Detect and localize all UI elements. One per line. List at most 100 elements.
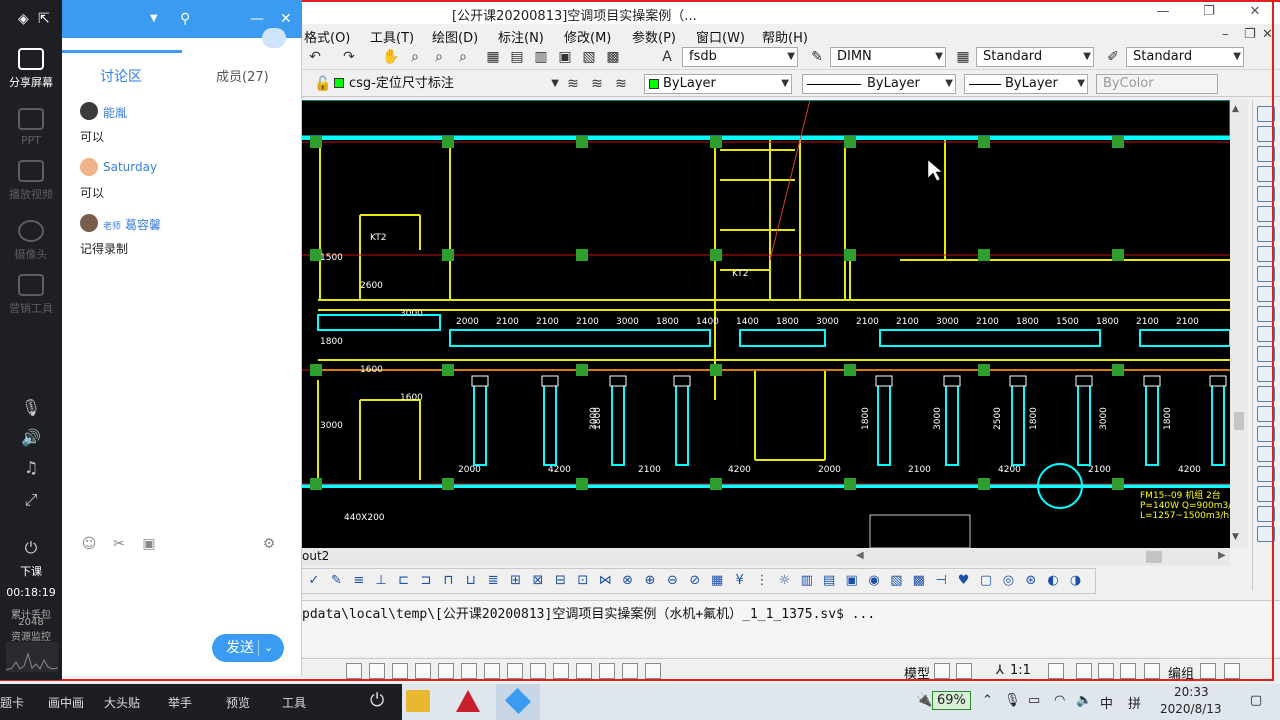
- calculator-icon[interactable]: ▩: [604, 48, 622, 66]
- play-video-button[interactable]: 播放视频: [0, 160, 62, 202]
- modify-tool-icon[interactable]: [1257, 326, 1275, 342]
- dropdown-icon[interactable]: ▼: [150, 13, 158, 24]
- doc-restore-icon[interactable]: ❐: [1244, 27, 1256, 42]
- modify-tool-icon[interactable]: [1257, 246, 1275, 262]
- isolate-objects-icon[interactable]: [1144, 663, 1160, 679]
- doc-close-icon[interactable]: ✕: [1262, 27, 1273, 42]
- preview-button[interactable]: 预览: [226, 694, 250, 711]
- drafting-toggle-icon[interactable]: [346, 663, 362, 679]
- battery-indicator[interactable]: 69%: [932, 691, 971, 710]
- dimension-tool-icon[interactable]: ▣: [843, 573, 861, 589]
- end-class-button[interactable]: 下课: [0, 563, 62, 579]
- settings-icon[interactable]: ⚙: [260, 536, 278, 554]
- resource-monitor-label[interactable]: 资源监控: [0, 628, 62, 643]
- modify-tool-icon[interactable]: [1257, 106, 1275, 122]
- dim-style-icon[interactable]: ✎: [808, 48, 826, 66]
- classroom-app-task[interactable]: [496, 684, 540, 720]
- clock-time[interactable]: 20:33: [1174, 685, 1209, 699]
- layer-previous-icon[interactable]: ≋: [564, 75, 582, 93]
- dimension-tool-icon[interactable]: ▧: [887, 573, 905, 589]
- drafting-toggle-icon[interactable]: [369, 663, 385, 679]
- text-style-select[interactable]: fsdb ▼: [682, 47, 798, 67]
- annotation-scale[interactable]: 1:1: [1010, 663, 1031, 678]
- modify-tool-icon[interactable]: [1257, 226, 1275, 242]
- camera-button[interactable]: 摄像头: [0, 220, 62, 262]
- doc-minimize-icon[interactable]: –: [1222, 27, 1229, 42]
- dimension-tool-icon[interactable]: ⋈: [596, 573, 614, 589]
- drafting-toggle-icon[interactable]: [484, 663, 500, 679]
- drawing-canvas[interactable]: 2000 2100 2100 2100 3000 1800 1400 1400 1800 3000…: [300, 100, 1230, 548]
- music-icon[interactable]: ♫: [20, 458, 42, 478]
- auto-scale-icon[interactable]: [1076, 663, 1092, 679]
- wifi-icon[interactable]: ◠: [1054, 693, 1065, 708]
- multileader-style-icon[interactable]: ✐: [1104, 48, 1122, 66]
- dimension-tool-icon[interactable]: ⊛: [1022, 573, 1040, 589]
- redo-icon[interactable]: ↷: [340, 48, 358, 66]
- dimension-tool-icon[interactable]: ✎: [327, 573, 345, 589]
- close-icon[interactable]: ✕: [280, 11, 292, 27]
- picture-in-picture-button[interactable]: 画中画: [48, 694, 84, 711]
- lineweight-select[interactable]: ByLayer ▼: [964, 74, 1088, 94]
- power-icon[interactable]: ⏻: [370, 690, 384, 711]
- drafting-toggle-icon[interactable]: [645, 663, 661, 679]
- zoom-realtime-icon[interactable]: ⌕: [406, 48, 424, 66]
- dimension-tool-icon[interactable]: ≡: [350, 573, 368, 589]
- color-select[interactable]: ByLayer ▼: [644, 74, 792, 94]
- drafting-toggle-icon[interactable]: [507, 663, 523, 679]
- hscroll-left-icon[interactable]: ◀: [856, 550, 864, 561]
- zoom-previous-icon[interactable]: ⌕: [454, 48, 472, 66]
- minimize-icon[interactable]: —: [1148, 4, 1178, 22]
- clock-date[interactable]: 2020/8/13: [1160, 702, 1222, 716]
- modify-tool-icon[interactable]: [1257, 346, 1275, 362]
- drafting-toggle-icon[interactable]: [461, 663, 477, 679]
- dimension-tool-icon[interactable]: ⊟: [551, 573, 569, 589]
- dimension-tool-icon[interactable]: ⊥: [372, 573, 390, 589]
- scroll-down-icon[interactable]: ▼: [1232, 532, 1239, 542]
- properties-icon[interactable]: ▦: [484, 48, 502, 66]
- hscroll-right-icon[interactable]: ▶: [1218, 550, 1226, 561]
- ppt-button[interactable]: PPT: [0, 108, 62, 147]
- model-space-label[interactable]: 模型: [904, 663, 930, 682]
- drafting-toggle-icon[interactable]: [530, 663, 546, 679]
- modify-tool-icon[interactable]: [1257, 286, 1275, 302]
- scissors-icon[interactable]: ✂: [110, 536, 128, 554]
- tool-palette-icon[interactable]: ▥: [532, 48, 550, 66]
- dimension-tool-icon[interactable]: ⊣: [932, 573, 950, 589]
- autocad-icon[interactable]: [456, 690, 480, 712]
- dimension-tool-icon[interactable]: ◉: [865, 573, 883, 589]
- ime-mode[interactable]: 中: [1100, 693, 1113, 712]
- dimension-tool-icon[interactable]: ≣: [484, 573, 502, 589]
- modify-tool-icon[interactable]: [1257, 486, 1275, 502]
- sheet-set-icon[interactable]: ▣: [556, 48, 574, 66]
- modify-tool-icon[interactable]: [1257, 306, 1275, 322]
- toolbar-lock-icon[interactable]: [1120, 663, 1136, 679]
- dimension-tool-icon[interactable]: ⊖: [663, 573, 681, 589]
- share-screen-button[interactable]: 分享屏幕: [0, 48, 62, 90]
- dimension-tool-icon[interactable]: ▦: [708, 573, 726, 589]
- send-button[interactable]: 发送 ⌄: [212, 634, 284, 662]
- modify-tool-icon[interactable]: [1257, 466, 1275, 482]
- drafting-toggle-icon[interactable]: [576, 663, 592, 679]
- dimension-tool-icon[interactable]: ¥: [731, 573, 749, 589]
- scroll-up-icon[interactable]: ▲: [1232, 104, 1239, 114]
- dimension-tool-icon[interactable]: ◑: [1067, 573, 1085, 589]
- vertical-scrollbar[interactable]: ▲ ▼: [1230, 100, 1248, 548]
- quick-view-drawings-icon[interactable]: [956, 663, 972, 679]
- marketing-tools-button[interactable]: 营销工具: [0, 274, 62, 316]
- dimension-tool-icon[interactable]: ⊐: [417, 573, 435, 589]
- minimize-icon[interactable]: —: [250, 11, 264, 27]
- table-style-icon[interactable]: ▦: [954, 48, 972, 66]
- dimension-tool-icon[interactable]: ⊏: [395, 573, 413, 589]
- battery-icon[interactable]: ▭: [1028, 693, 1040, 708]
- emoji-icon[interactable]: ☺: [80, 536, 98, 554]
- tab-members[interactable]: 成员(27): [216, 66, 269, 85]
- dimension-tool-icon[interactable]: ⊓: [439, 573, 457, 589]
- drafting-toggle-icon[interactable]: [415, 663, 431, 679]
- microphone-icon[interactable]: 🎙: [20, 398, 42, 418]
- microphone-icon[interactable]: 🎙: [1004, 693, 1021, 708]
- dimension-tool-icon[interactable]: ▩: [910, 573, 928, 589]
- layer-states-icon[interactable]: ≋: [588, 75, 606, 93]
- dimension-tool-icon[interactable]: ⊕: [641, 573, 659, 589]
- layer-isolate-icon[interactable]: ≋: [612, 75, 630, 93]
- quick-view-layouts-icon[interactable]: [934, 663, 950, 679]
